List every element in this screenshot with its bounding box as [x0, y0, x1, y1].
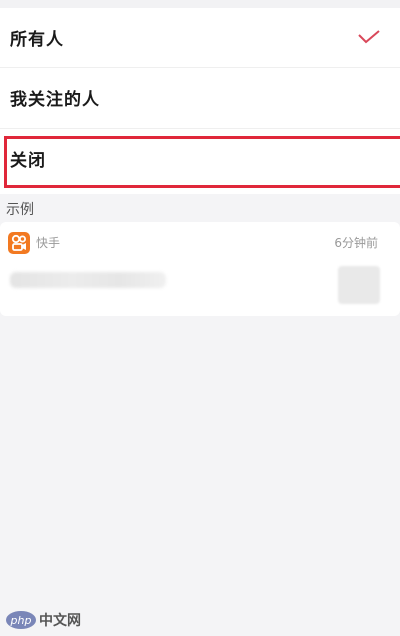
top-strip	[0, 0, 400, 8]
example-label: 示例	[6, 202, 34, 218]
kuaishou-icon	[8, 232, 30, 254]
option-following[interactable]: 我关注的人	[0, 68, 400, 126]
app-name: 快手	[36, 236, 61, 250]
highlight-box	[4, 136, 400, 188]
timestamp: 6分钟前	[334, 236, 378, 250]
watermark-text: 中文网	[39, 613, 81, 629]
watermark-logo: php	[6, 611, 36, 629]
blurred-message-text	[10, 272, 166, 288]
checkmark-icon	[358, 30, 380, 44]
blurred-thumbnail	[338, 266, 380, 304]
option-everyone[interactable]: 所有人	[0, 8, 400, 66]
notification-preview-card: 快手 6分钟前	[0, 222, 400, 316]
option-label: 所有人	[10, 29, 64, 50]
watermark: php 中文网	[6, 610, 81, 630]
option-list: 所有人 我关注的人 关闭	[0, 8, 400, 194]
option-label: 我关注的人	[10, 89, 100, 110]
